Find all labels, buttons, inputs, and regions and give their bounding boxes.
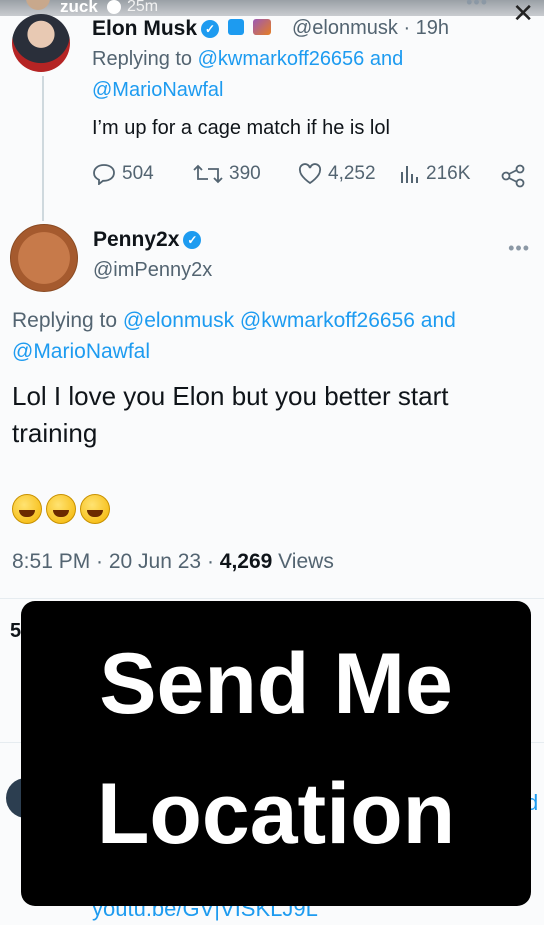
- elon-avatar[interactable]: [12, 14, 70, 72]
- story-verified-icon: [107, 0, 121, 14]
- share-icon[interactable]: [500, 163, 526, 189]
- tweet1-name[interactable]: Elon Musk: [92, 17, 197, 40]
- story-time: 25m: [127, 0, 159, 15]
- tweet1-text: I’m up for a cage match if he is lol: [92, 117, 390, 139]
- grinning-emoji-icon: [12, 494, 42, 524]
- tweet2-timestamp: 8:51 PM · 20 Jun 23 · 4,269 Views: [12, 550, 334, 574]
- retweet-count: 390: [229, 163, 261, 184]
- reply-mentions[interactable]: @kwmarkoff26656 and: [198, 48, 404, 70]
- grinning-emoji-icon: [46, 494, 76, 524]
- reply-mention-mario[interactable]: @MarioNawfal: [12, 340, 150, 363]
- thread-connector: [42, 76, 44, 221]
- tweet1-time: · 19h: [403, 17, 450, 39]
- reply-icon: [93, 164, 115, 185]
- tweet2-reply-to: Replying to @elonmusk @kwmarkoff26656 an…: [12, 305, 456, 367]
- views-count: 216K: [426, 163, 471, 184]
- views-label: Views: [272, 550, 334, 573]
- penny-avatar[interactable]: [10, 224, 78, 292]
- sticker-line2: Location: [96, 766, 456, 862]
- reply-prefix: Replying to: [92, 48, 193, 70]
- like-action[interactable]: 4,252: [298, 163, 376, 185]
- reply-prefix: Replying to: [12, 309, 118, 332]
- reply-mention-mario[interactable]: @MarioNawfal: [92, 79, 223, 101]
- tweet1-handle-row: @elonmusk · 19h: [292, 17, 449, 40]
- reply-mentions[interactable]: @elonmusk @kwmarkoff26656 and: [123, 309, 456, 332]
- heart-icon: [298, 163, 322, 185]
- retweet-icon: [193, 164, 223, 184]
- views-number: 4,269: [219, 550, 273, 573]
- timestamp-text: 8:51 PM · 20 Jun 23 ·: [12, 550, 220, 573]
- tweet1-reply-to: Replying to @kwmarkoff26656 and @MarioNa…: [92, 44, 403, 106]
- tweet2-handle[interactable]: @imPenny2x: [93, 259, 212, 282]
- verified-badge-icon: ✓: [201, 20, 220, 38]
- affiliate-icon: [252, 19, 271, 35]
- tweet2-text: Lol I love you Elon but you better start…: [12, 381, 449, 448]
- tweet2-name-row: Penny2x ✓: [93, 228, 202, 252]
- send-me-location-sticker: Send Me Location: [21, 601, 531, 906]
- grinning-emoji-icon: [80, 494, 110, 524]
- government-badge-icon: [227, 19, 244, 35]
- divider: [0, 598, 544, 599]
- reply-count: 504: [122, 163, 154, 184]
- views-icon: [401, 166, 418, 183]
- reply-action[interactable]: 504: [92, 163, 154, 185]
- tweet2-name[interactable]: Penny2x: [93, 228, 179, 251]
- sticker-line1: Send Me: [99, 636, 453, 732]
- tweet1-handle[interactable]: @elonmusk: [292, 17, 398, 39]
- tweet1-name-row: Elon Musk ✓: [92, 17, 271, 41]
- story-username[interactable]: zuck: [60, 0, 98, 17]
- more-options-icon[interactable]: •••: [508, 238, 530, 259]
- more-options-icon[interactable]: •••: [466, 0, 488, 13]
- verified-badge-icon: ✓: [183, 231, 202, 249]
- close-icon[interactable]: ✕: [512, 0, 534, 29]
- like-count: 4,252: [328, 163, 376, 184]
- partial-count: 5: [10, 620, 22, 642]
- views-action[interactable]: 216K: [398, 163, 470, 185]
- retweet-action[interactable]: 390: [193, 163, 261, 185]
